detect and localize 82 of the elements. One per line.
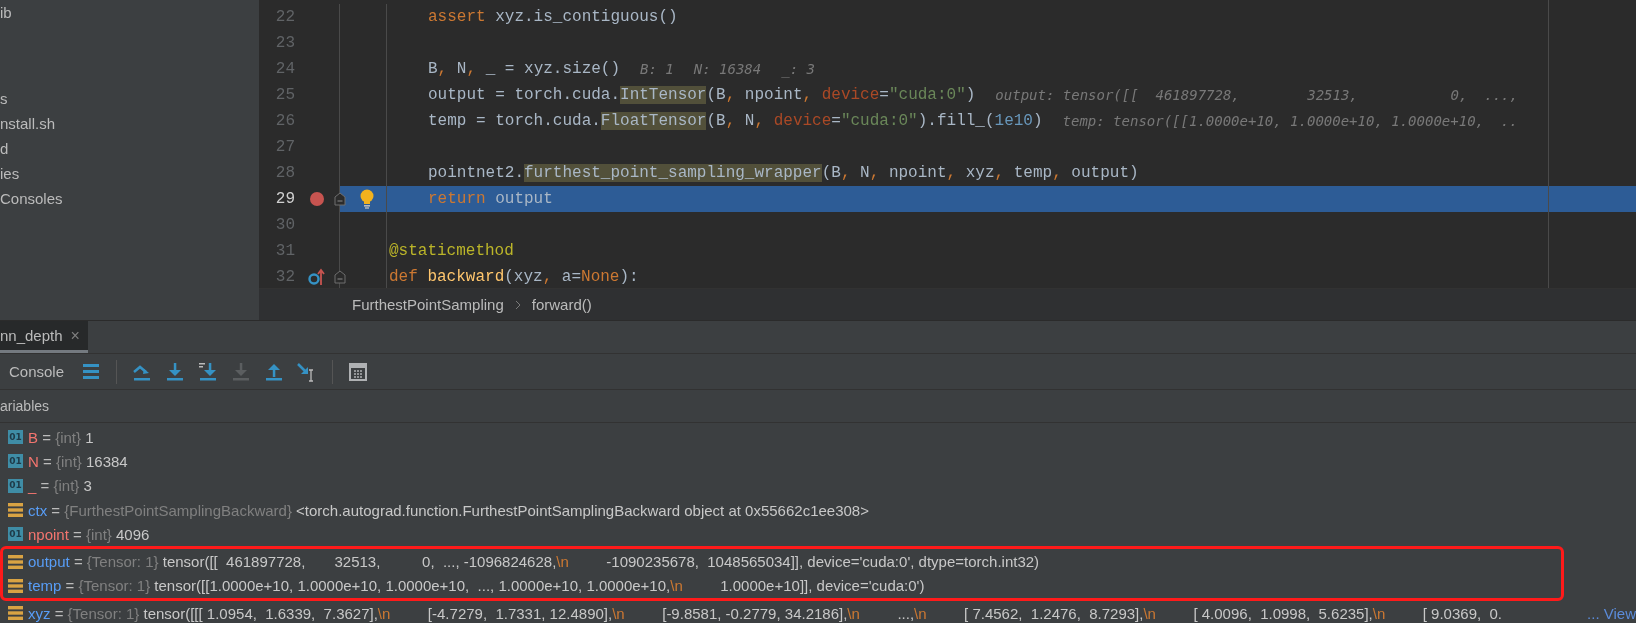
variable-type: {Tensor: 1}: [67, 604, 140, 622]
project-tree-item[interactable]: ib: [0, 0, 12, 25]
line-number: 31: [274, 242, 295, 260]
chevron-icon: [513, 299, 522, 310]
override-marker-icon[interactable]: [308, 268, 326, 286]
project-tree-item[interactable]: ies: [0, 161, 20, 186]
code-line: return output: [428, 190, 553, 208]
line-number: 30: [274, 216, 295, 234]
variable-type: {int}: [55, 428, 81, 446]
code-line: assert xyz.is_contiguous(): [428, 8, 678, 26]
variable-name[interactable]: N: [28, 452, 39, 470]
stack-icon: [8, 554, 23, 569]
variable-value: 4096: [115, 525, 150, 543]
inline-value-hint: output: tensor([[ 461897728, 32513, 0, ...,: [995, 87, 1518, 103]
equals-sign: =: [39, 477, 51, 495]
inline-value-hint: _: 3: [781, 61, 815, 77]
fold-marker-icon[interactable]: [334, 192, 346, 206]
code-line: pointnet2.furthest_point_sampling_wrapper(B, N, npoint, xyz, temp, output): [428, 164, 1139, 182]
variable-type: {int}: [86, 525, 112, 543]
stack-icon: [8, 503, 23, 518]
variable-name[interactable]: output: [28, 553, 70, 571]
int-badge-icon: 01: [8, 478, 23, 493]
variable-name[interactable]: xyz: [28, 604, 51, 622]
equals-sign: =: [42, 452, 53, 470]
line-number: 32: [274, 268, 295, 286]
line-number: 23: [274, 34, 295, 52]
equals-sign: =: [50, 501, 62, 519]
variable-name[interactable]: _: [28, 477, 37, 495]
variable-name[interactable]: npoint: [28, 525, 69, 543]
variable-name[interactable]: B: [28, 428, 38, 446]
variable-value: tensor([[[ 1.0954, 1.6339, 7.3627],\n [-4.7279, 1.7331, 12.4890],\n [-9.8581, -0.2779, 34.2186],\n ...,\n [ 7.4562, 1.2476, 8.7293],\n [ 4.0096, 1.0998, 5.6235],\n [ 9.0369, 0.: [142, 604, 1502, 622]
variable-type: {int}: [53, 477, 80, 495]
int-badge-icon: 01: [8, 430, 23, 445]
equals-sign: =: [72, 553, 84, 571]
equals-sign: =: [53, 604, 65, 622]
run-tab[interactable]: nn_depth ×: [0, 321, 88, 353]
equals-sign: =: [72, 525, 83, 543]
equals-sign: =: [41, 428, 52, 446]
equals-sign: =: [64, 577, 76, 595]
inline-value-hint: N: 16384: [693, 61, 762, 77]
project-tree-item[interactable]: nstall.sh: [0, 111, 56, 136]
line-number: 26: [274, 112, 295, 130]
line-number: 29: [274, 190, 295, 208]
fold-marker-icon[interactable]: [334, 270, 346, 284]
project-tree-item[interactable]: s: [0, 86, 8, 111]
breadcrumb[interactable]: forward(): [531, 296, 592, 313]
code-line: B, N, _ = xyz.size(): [428, 60, 621, 78]
variable-value: 1: [84, 428, 94, 446]
code-line: temp = torch.cuda.FloatTensor(B, N, device="cuda:0").fill_(1e10): [428, 112, 1043, 130]
variable-name[interactable]: temp: [28, 577, 62, 595]
variable-name[interactable]: ctx: [28, 501, 48, 519]
inline-value-hint: temp: tensor([[1.0000e+10, 1.0000e+10, 1.0000e+10, ..: [1062, 113, 1518, 129]
code-line: def backward(xyz, a=None):: [389, 268, 639, 286]
variable-value: tensor([[ 461897728, 32513, 0, ..., -1096824628,\n -1090235678, 1048565034]], device='cuda:0', dtype=torch.int32): [161, 553, 1040, 571]
int-badge-icon: 01: [8, 454, 23, 469]
code-line: @staticmethod: [389, 242, 514, 260]
variable-value: <torch.autograd.function.FurthestPointSamplingBackward object at 0x55662c1ee308>: [295, 501, 869, 519]
stack-icon: [8, 578, 23, 593]
lightbulb-icon[interactable]: [360, 189, 374, 209]
line-number: 22: [274, 8, 295, 26]
variable-value: tensor([[1.0000e+10, 1.0000e+10, 1.0000e+10, ..., 1.0000e+10, 1.0000e+10,\n 1.0000e+10]], device='cuda:0'): [153, 577, 925, 595]
breadcrumb[interactable]: FurthestPointSampling: [352, 296, 504, 313]
variable-value: 3: [82, 477, 92, 495]
line-number: 25: [274, 86, 295, 104]
stack-icon: [8, 606, 23, 621]
variables-title: ariables: [0, 398, 50, 414]
breakpoint-icon[interactable]: [310, 192, 324, 206]
project-tree-item[interactable]: d: [0, 136, 9, 161]
variable-type: {FurthestPointSamplingBackward}: [64, 501, 292, 519]
code-line: output = torch.cuda.IntTensor(B, npoint, device="cuda:0"): [428, 86, 976, 104]
line-number: 27: [274, 138, 295, 156]
view-link[interactable]: ... View: [1587, 604, 1636, 622]
variable-type: {Tensor: 1}: [78, 577, 151, 595]
line-number: 28: [274, 164, 295, 182]
variable-value: 16384: [85, 452, 128, 470]
inline-value-hint: B: 1: [640, 61, 674, 77]
int-badge-icon: 01: [8, 527, 23, 542]
variable-type: {Tensor: 1}: [86, 553, 159, 571]
project-tree-item[interactable]: Consoles: [0, 186, 63, 211]
variable-type: {int}: [55, 452, 82, 470]
line-number: 24: [274, 60, 295, 78]
console-tab[interactable]: Console: [9, 363, 65, 380]
